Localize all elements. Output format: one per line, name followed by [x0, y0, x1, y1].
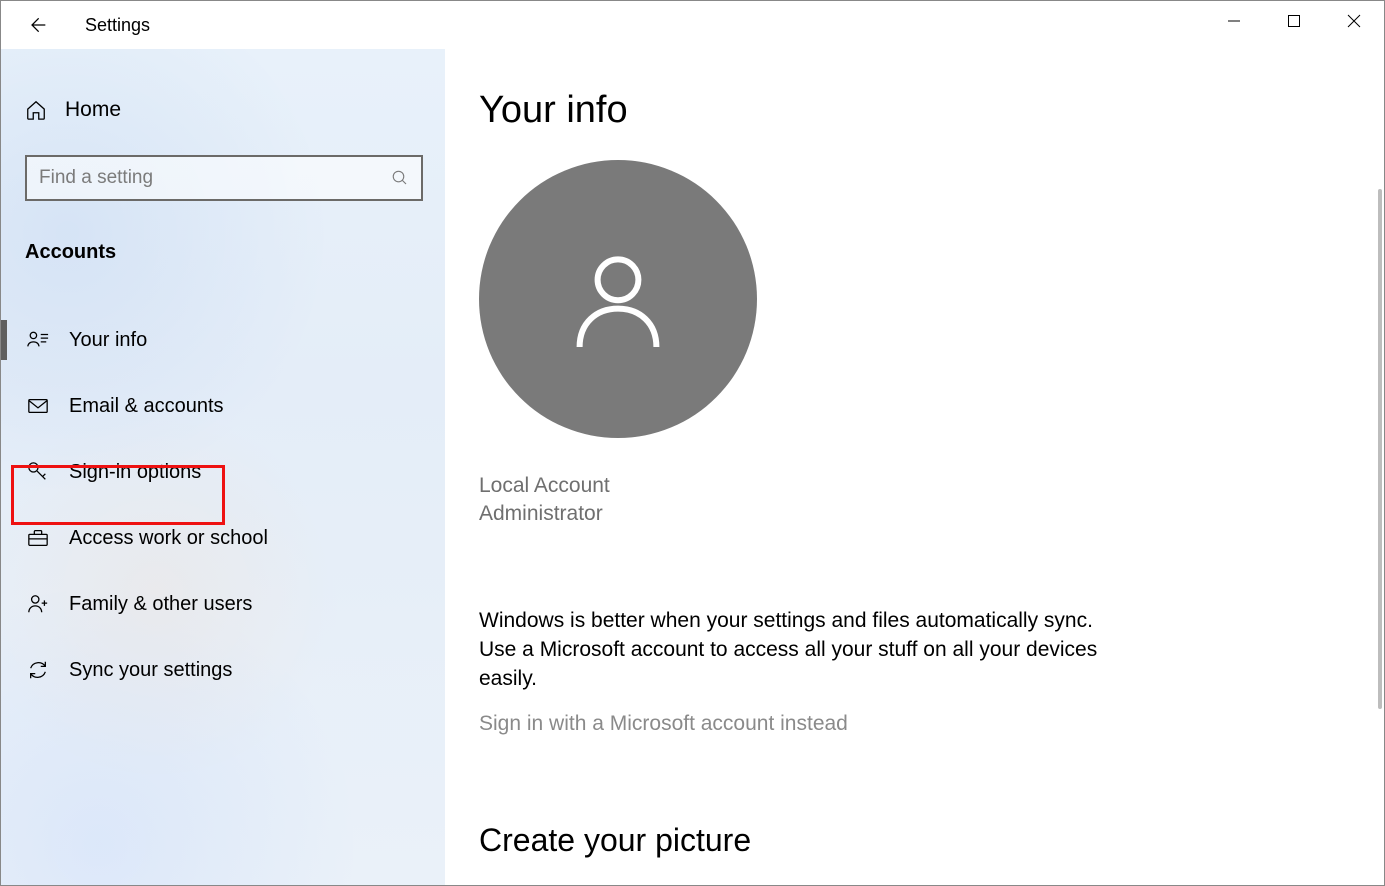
close-button[interactable]: [1324, 1, 1384, 41]
back-arrow-icon: [27, 15, 47, 35]
sidebar-item-sign-in-options[interactable]: Sign-in options: [25, 444, 421, 500]
sidebar-item-home[interactable]: Home: [25, 89, 421, 131]
sidebar-item-family-other-users[interactable]: Family & other users: [25, 576, 421, 632]
briefcase-icon: [27, 527, 49, 549]
window-title: Settings: [85, 15, 150, 36]
scrollbar-thumb[interactable]: [1378, 189, 1382, 709]
sidebar-item-email-accounts[interactable]: Email & accounts: [25, 378, 421, 434]
sidebar-item-label: Email & accounts: [69, 395, 224, 418]
home-label: Home: [65, 98, 121, 122]
sidebar-item-label: Sync your settings: [69, 659, 232, 682]
user-avatar: [479, 160, 757, 438]
sidebar-item-access-work-school[interactable]: Access work or school: [25, 510, 421, 566]
minimize-icon: [1227, 14, 1241, 28]
title-bar: Settings: [1, 1, 1384, 49]
sidebar: Home Accounts Your info Email &: [1, 49, 445, 885]
search-input-container[interactable]: [25, 155, 423, 201]
search-icon: [391, 169, 409, 187]
create-picture-heading: Create your picture: [479, 822, 1356, 859]
search-input[interactable]: [39, 167, 391, 189]
maximize-icon: [1287, 14, 1301, 28]
sidebar-item-your-info[interactable]: Your info: [25, 312, 421, 368]
window-controls: [1204, 1, 1384, 41]
close-icon: [1347, 14, 1361, 28]
person-list-icon: [27, 329, 49, 351]
back-button[interactable]: [13, 1, 61, 49]
mail-icon: [27, 395, 49, 417]
maximize-button[interactable]: [1264, 1, 1324, 41]
person-plus-icon: [27, 593, 49, 615]
main-content: Your info Local Account Administrator Wi…: [445, 49, 1384, 885]
sidebar-item-label: Sign-in options: [69, 461, 201, 484]
key-icon: [27, 461, 49, 483]
sidebar-nav: Your info Email & accounts Sign-in optio…: [25, 312, 421, 698]
user-silhouette-icon: [558, 239, 678, 359]
sync-description: Windows is better when your settings and…: [479, 607, 1119, 694]
sidebar-item-label: Family & other users: [69, 593, 252, 616]
home-icon: [25, 99, 47, 121]
sidebar-item-label: Your info: [69, 329, 147, 352]
page-title: Your info: [479, 89, 1356, 132]
account-type-text: Local Account: [479, 472, 1356, 500]
sidebar-item-label: Access work or school: [69, 527, 268, 550]
sidebar-item-sync-settings[interactable]: Sync your settings: [25, 642, 421, 698]
minimize-button[interactable]: [1204, 1, 1264, 41]
sidebar-section-header: Accounts: [25, 241, 421, 264]
sync-icon: [27, 659, 49, 681]
sign-in-microsoft-link[interactable]: Sign in with a Microsoft account instead: [479, 712, 1356, 736]
account-role-text: Administrator: [479, 500, 1356, 528]
